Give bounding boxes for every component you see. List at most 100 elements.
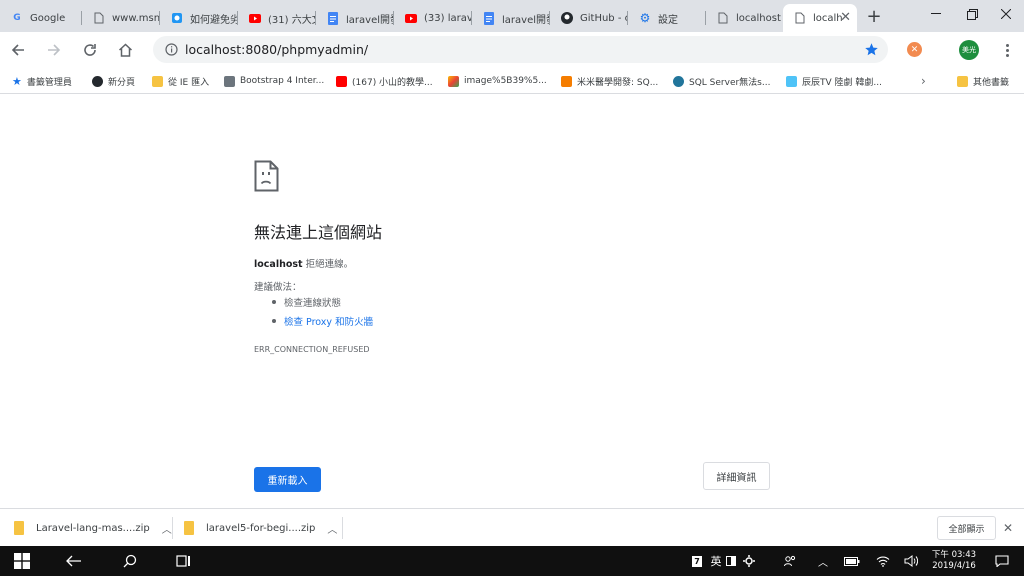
close-tab-icon[interactable]: ✕	[840, 10, 851, 25]
tab-youtube-1[interactable]: (31) 六大文	[238, 4, 316, 32]
back-arrow-icon[interactable]	[60, 546, 88, 576]
forward-button[interactable]	[42, 38, 66, 62]
tab-docs-2[interactable]: laravel開發	[472, 4, 550, 32]
bookmark-label: (167) 小山的教學...	[352, 77, 433, 88]
ime-flag: 7	[692, 555, 702, 567]
back-button[interactable]	[6, 38, 30, 62]
reload-page-button[interactable]: 重新載入	[254, 467, 321, 492]
tab-youtube-2[interactable]: (33) laravel	[394, 4, 472, 32]
input-language[interactable]: 英	[708, 546, 724, 576]
bookmark-star-icon[interactable]	[864, 42, 879, 57]
search-icon[interactable]	[116, 546, 144, 576]
bookmark-other[interactable]: 其他書籤	[957, 73, 1009, 89]
tab-msn[interactable]: www.msn.c	[82, 4, 160, 32]
chevron-up-icon[interactable]: ︿	[162, 521, 172, 536]
tab-label: (33) laravel	[424, 12, 472, 24]
folder-icon	[152, 75, 163, 87]
github-icon	[560, 11, 574, 25]
tab-label: localhost	[736, 12, 781, 24]
url-text[interactable]: localhost:8080/phpmyadmin/	[185, 42, 368, 57]
tab-active-localhost[interactable]: localh ✕	[783, 4, 857, 32]
suggestion-item-link[interactable]: 檢查 Proxy 和防火牆	[272, 314, 373, 328]
zip-file-icon	[14, 521, 24, 535]
home-button[interactable]	[113, 38, 137, 62]
restore-button[interactable]	[956, 2, 988, 26]
ime-mode-icon[interactable]	[724, 546, 738, 576]
clock[interactable]: 下午 03:43 2019/4/16	[926, 546, 982, 576]
error-code: ERR_CONNECTION_REFUSED	[254, 345, 370, 354]
address-bar[interactable]: localhost:8080/phpmyadmin/	[153, 36, 888, 63]
download-item[interactable]: laravel5-for-begi....zip ︿	[184, 514, 337, 542]
bookmark-bootstrap[interactable]: Bootstrap 4 Inter...	[224, 73, 324, 89]
volume-icon[interactable]	[902, 546, 920, 576]
bookmark-wordpress[interactable]: SQL Server無法s...	[673, 73, 770, 89]
error-host: localhost	[254, 259, 303, 270]
task-view-icon[interactable]	[170, 546, 198, 576]
arrow-left-icon	[11, 44, 24, 56]
bookmark-ie-import[interactable]: 從 IE 匯入	[152, 73, 209, 89]
bullet-icon	[272, 300, 276, 304]
arrow-right-icon	[48, 44, 61, 56]
docs-icon	[326, 11, 340, 25]
tab-label: 如何避免劣	[190, 14, 238, 26]
bookmark-label: SQL Server無法s...	[689, 77, 771, 88]
error-host-suffix: 拒絕連線。	[302, 259, 354, 270]
bookmark-blogger[interactable]: 米米醫學開發: SQ...	[561, 73, 658, 89]
bookmark-new-tab[interactable]: 新分頁	[92, 73, 135, 89]
close-window-button[interactable]	[990, 2, 1022, 26]
wifi-icon[interactable]	[874, 546, 892, 576]
bookmark-image[interactable]: image%5B39%5...	[448, 73, 547, 89]
bookmark-label: Bootstrap 4 Inter...	[240, 76, 325, 86]
extension-icon[interactable]: ✕	[907, 42, 922, 57]
new-tab-button[interactable]: +	[864, 6, 884, 27]
error-title: 無法連上這個網站	[254, 223, 383, 242]
suggestion-label: 檢查連線狀態	[284, 298, 342, 309]
tab-label: laravel開發	[502, 14, 550, 26]
reload-button[interactable]	[78, 38, 102, 62]
tab-article[interactable]: 如何避免劣	[160, 4, 238, 32]
bookmark-tv[interactable]: 辰辰TV 陸劇 韓劇...	[786, 73, 882, 89]
details-button[interactable]: 詳細資訊	[703, 462, 770, 490]
bookmarks-overflow-chevron-icon[interactable]: ›	[921, 73, 926, 89]
bookmark-label: 其他書籤	[973, 77, 1010, 88]
bookmark-youtube[interactable]: (167) 小山的教學...	[336, 73, 433, 89]
blogger-icon	[561, 75, 572, 87]
download-filename: laravel5-for-begi....zip	[206, 522, 316, 534]
battery-icon[interactable]	[843, 546, 861, 576]
bookmarks-bar: ★ 書籤管理員 新分頁 從 IE 匯入 Bootstrap 4 Inter...…	[0, 67, 1024, 94]
gear-icon: ⚙	[639, 11, 651, 25]
profile-avatar[interactable]: 美光	[959, 40, 979, 60]
bookmark-manager[interactable]: ★ 書籤管理員	[12, 73, 72, 89]
minimize-button[interactable]	[920, 2, 952, 26]
tab-label: (31) 六大文	[268, 14, 316, 26]
tab-google[interactable]: G Google	[0, 4, 82, 32]
show-all-downloads-button[interactable]: 全部顯示	[937, 516, 996, 540]
notification-icon[interactable]	[992, 546, 1012, 576]
tab-label: 設定	[658, 14, 678, 26]
close-shelf-icon[interactable]: ✕	[1003, 521, 1013, 535]
info-icon[interactable]	[165, 43, 178, 56]
youtube-icon	[404, 11, 418, 25]
ime-indicator[interactable]: 7	[690, 546, 704, 576]
suggestion-link[interactable]: 檢查 Proxy 和防火牆	[284, 314, 373, 328]
keyboard-settings-icon[interactable]	[740, 546, 758, 576]
bookmark-label: 米米醫學開發: SQ...	[577, 77, 659, 88]
people-icon[interactable]	[782, 546, 798, 576]
page-icon	[92, 11, 106, 25]
page-icon	[716, 11, 730, 25]
chevron-up-icon[interactable]: ︿	[815, 546, 831, 576]
tab-settings[interactable]: ⚙ 設定	[628, 4, 706, 32]
wordpress-icon	[673, 75, 684, 87]
chevron-up-icon[interactable]: ︿	[327, 521, 337, 536]
tab-label: Google	[30, 12, 66, 24]
tab-docs-1[interactable]: laravel開發	[316, 4, 394, 32]
download-item[interactable]: Laravel-lang-mas....zip ︿	[14, 514, 172, 542]
menu-kebab-icon[interactable]	[1000, 40, 1014, 60]
download-filename: Laravel-lang-mas....zip	[36, 522, 150, 534]
page-icon	[793, 11, 807, 25]
windows-start-icon[interactable]	[8, 546, 36, 576]
image-icon	[448, 75, 459, 87]
docs-icon	[482, 11, 496, 25]
tab-localhost[interactable]: localhost	[706, 4, 784, 32]
tab-github[interactable]: GitHub - ca	[550, 4, 628, 32]
